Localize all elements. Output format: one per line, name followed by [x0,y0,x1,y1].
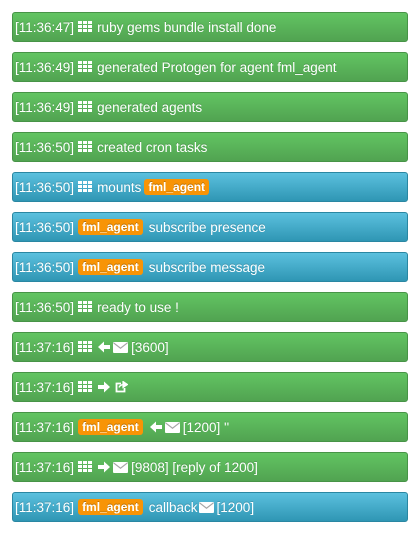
timestamp: [11:36:50] [15,179,75,195]
timestamp: [11:36:50] [15,139,75,155]
log-message: generated Protogen for agent fml_agent [97,59,337,75]
timestamp: [11:36:50] [15,299,75,315]
log-row: [11:36:50] fml_agent subscribe presence [12,212,408,242]
envelope-icon [113,341,129,353]
log-row: [11:37:16] [9808] [reply of 1200] [12,452,408,482]
agent-badge: fml_agent [78,219,143,235]
log-message: created cron tasks [97,139,208,155]
agent-badge: fml_agent [78,259,143,275]
th-icon [78,461,93,472]
log-row: [11:36:49] generated Protogen for agent f… [12,52,408,82]
log-message: subscribe presence [148,219,266,235]
timestamp: [11:37:16] [15,379,75,395]
agent-badge: fml_agent [78,419,143,435]
envelope-icon [198,501,214,513]
log-message: ruby gems bundle install done [97,19,277,35]
th-icon [78,141,93,152]
th-icon [78,101,93,112]
th-icon [78,61,93,72]
log-message: ready to use ! [97,299,179,315]
th-icon [78,301,93,312]
envelope-icon [164,421,180,433]
log-message: [3600] [131,339,169,355]
arrow-left-icon [149,421,162,433]
envelope-icon [113,461,129,473]
timestamp: [11:36:49] [15,99,75,115]
arrow-left-icon [98,341,111,353]
th-icon [78,181,93,192]
th-icon [78,21,93,32]
timestamp: [11:36:50] [15,219,75,235]
log-row: [11:37:16] [12,372,408,402]
arrow-right-icon [98,381,111,393]
timestamp: [11:37:16] [15,419,75,435]
th-icon [78,381,93,392]
log-message: generated agents [97,99,203,115]
th-icon [78,341,93,352]
timestamp: [11:36:50] [15,259,75,275]
log-row: [11:37:16] fml_agent [1200] '' [12,412,408,442]
log-row: [11:36:50] ready to use ! [12,292,408,322]
log-row: [11:36:50] fml_agent subscribe message [12,252,408,282]
log-message: [9808] [reply of 1200] [131,459,258,475]
log-row: [11:36:50] mounts fml_agent [12,172,408,202]
timestamp: [11:37:16] [15,339,75,355]
log-row: [11:36:47] ruby gems bundle install done [12,12,408,42]
arrow-right-icon [98,461,111,473]
timestamp: [11:36:47] [15,19,75,35]
timestamp: [11:36:49] [15,59,75,75]
agent-badge: fml_agent [78,499,143,515]
log-message: callback [148,499,198,515]
log-message: [1200] [216,499,255,515]
log-row: [11:37:16] [3600] [12,332,408,362]
agent-badge: fml_agent [144,179,210,195]
log-row: [11:36:50] created cron tasks [12,132,408,162]
log-row: [11:36:49] generated agents [12,92,408,122]
timestamp: [11:37:16] [15,499,75,515]
log-message: subscribe message [148,259,266,275]
log-row: [11:37:16] fml_agent callback [1200] [12,492,408,522]
log-message: mounts [97,179,142,195]
log-message: [1200] '' [182,419,230,435]
log-panel: [11:36:47] ruby gems bundle install done[… [0,0,420,534]
timestamp: [11:37:16] [15,459,75,475]
share-icon [115,381,129,393]
